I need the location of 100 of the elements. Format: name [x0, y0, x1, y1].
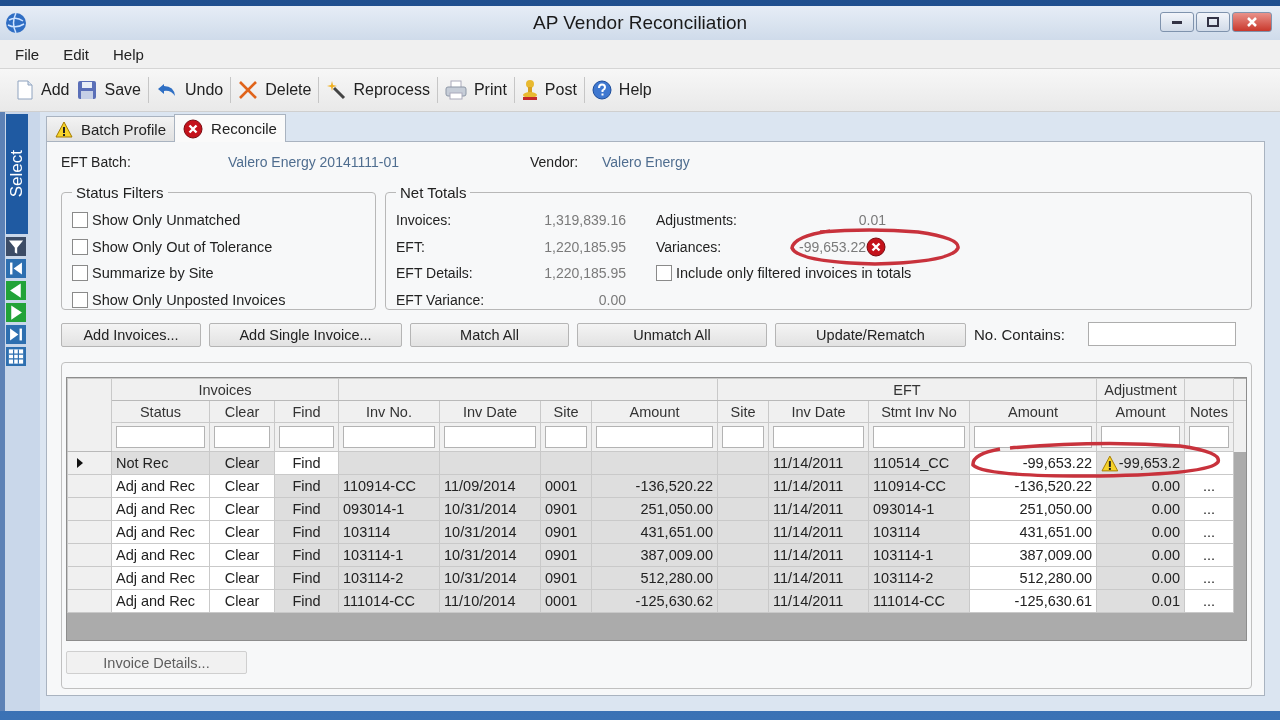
table-cell: Adj and Rec	[116, 547, 195, 563]
select-panel-tab[interactable]: Select	[6, 114, 28, 234]
filter-field[interactable]	[773, 426, 864, 448]
first-icon[interactable]	[6, 259, 26, 278]
amount-cell: 512,280.00	[640, 570, 713, 586]
maximize-button[interactable]	[1196, 12, 1230, 32]
total-value: 1,220,185.95	[543, 237, 626, 257]
total-value: 0.01	[858, 212, 886, 229]
toolbar-button[interactable]: Post	[517, 76, 581, 104]
grid-icon[interactable]	[6, 347, 26, 366]
total-label: Invoices:	[396, 211, 453, 230]
column-header: Notes	[1190, 403, 1228, 420]
document-icon	[16, 80, 34, 100]
window-title: AP Vendor Reconciliation	[532, 12, 748, 34]
table-cell: 103114-2	[873, 570, 934, 586]
action-button[interactable]: Add Single Invoice...	[209, 323, 402, 347]
table-cell: Adj and Rec	[116, 524, 195, 540]
checkbox-label: Show Only Unmatched	[92, 212, 241, 229]
checkbox[interactable]	[72, 291, 88, 308]
toolbar-button[interactable]: Reprocess	[322, 77, 434, 103]
table-cell: 110914-CC	[343, 478, 417, 494]
field-value: Valero Energy	[602, 154, 690, 170]
tab[interactable]: Batch Profile	[46, 116, 176, 141]
table-cell: 0001	[545, 593, 578, 609]
table-cell: Adj and Rec	[116, 478, 195, 494]
checkbox[interactable]	[72, 212, 88, 229]
table-cell: 11/14/2011	[773, 455, 844, 471]
toolbar-button[interactable]: Delete	[234, 77, 316, 103]
amount-cell: -99,653.2	[1118, 455, 1180, 471]
previous-icon[interactable]	[6, 281, 26, 300]
action-button[interactable]: Match All	[410, 323, 569, 347]
group-header: EFT	[893, 381, 921, 398]
checkbox[interactable]	[72, 265, 88, 282]
table-cell: 0901	[545, 524, 578, 540]
table-cell: 111014-CC	[873, 593, 945, 609]
filter-field[interactable]	[343, 426, 435, 448]
filter-field[interactable]	[873, 426, 965, 448]
close-button[interactable]	[1232, 12, 1272, 32]
checkbox[interactable]	[72, 238, 88, 255]
floppy-icon	[77, 80, 98, 100]
total-label: EFT Variance:	[396, 290, 486, 310]
table-cell: 11/14/2011	[773, 524, 844, 540]
table-cell: Adj and Rec	[116, 570, 195, 586]
cell-button[interactable]: ...	[1202, 501, 1216, 517]
filter-field[interactable]	[722, 426, 764, 448]
toolbar-button[interactable]: Print	[440, 77, 511, 103]
filter-field[interactable]	[214, 426, 270, 448]
amount-cell: 0.00	[1151, 570, 1180, 586]
amount-cell: 0.00	[1151, 524, 1180, 540]
filter-field[interactable]	[974, 426, 1092, 448]
table-cell: 10/31/2014	[444, 547, 517, 563]
group-header: Adjustment	[1104, 381, 1177, 398]
table-cell: 103114	[873, 524, 921, 540]
total-value: 1,319,839.16	[543, 211, 626, 230]
amount-cell: 431,651.00	[640, 524, 713, 540]
toolbar-button[interactable]: Undo	[151, 78, 228, 102]
column-header: Clear	[224, 403, 260, 420]
next-icon[interactable]	[6, 303, 26, 322]
total-label: Adjustments:	[656, 212, 737, 229]
last-icon[interactable]	[6, 325, 26, 344]
cell-button[interactable]: ...	[1202, 570, 1216, 586]
minimize-button[interactable]	[1160, 12, 1194, 32]
checkbox-label: Include only filtered invoices in totals	[676, 264, 912, 284]
cell-button[interactable]: ...	[1202, 547, 1216, 563]
cell-button[interactable]: ...	[1202, 593, 1216, 609]
filter-field[interactable]	[596, 426, 713, 448]
table-cell: 0901	[545, 570, 578, 586]
table-cell: 11/10/2014	[444, 593, 516, 609]
column-header: Site	[553, 403, 579, 420]
filter-field[interactable]	[1189, 426, 1229, 448]
menu-item[interactable]: Help	[106, 45, 151, 63]
filter-field[interactable]	[444, 426, 536, 448]
toolbar-button[interactable]: Help	[587, 77, 656, 103]
amount-cell: 251,050.00	[1019, 501, 1092, 517]
column-header: Stmt Inv No	[881, 403, 957, 420]
table-cell: 110914-CC	[873, 478, 947, 494]
toolbar-button[interactable]: Add	[12, 77, 74, 103]
action-button[interactable]: Unmatch All	[577, 323, 767, 347]
column-header: Inv Date	[791, 403, 846, 420]
column-header: Inv No.	[366, 403, 412, 420]
action-button[interactable]: Update/Rematch	[775, 323, 966, 347]
menu-item[interactable]: File	[8, 45, 47, 63]
filter-icon[interactable]	[6, 237, 26, 256]
toolbar-button[interactable]: Save	[73, 77, 145, 103]
checkbox[interactable]	[656, 265, 672, 282]
field-label: EFT Batch:	[61, 154, 132, 170]
field-value: Valero Energy 20141111-01	[228, 154, 400, 170]
table-cell: 111014-CC	[343, 593, 415, 609]
tab[interactable]: Reconcile	[174, 114, 286, 142]
amount-cell: 0.00	[1151, 501, 1180, 517]
search-field[interactable]	[1088, 322, 1236, 346]
filter-field[interactable]	[116, 426, 205, 448]
table-cell: Not Rec	[116, 455, 169, 471]
cell-button[interactable]: ...	[1202, 478, 1216, 494]
filter-field[interactable]	[279, 426, 334, 448]
cell-button[interactable]: ...	[1202, 524, 1216, 540]
table-cell: 11/14/2011	[773, 547, 844, 563]
filter-field[interactable]	[545, 426, 587, 448]
action-button[interactable]: Add Invoices...	[61, 323, 201, 347]
menu-item[interactable]: Edit	[56, 45, 97, 63]
